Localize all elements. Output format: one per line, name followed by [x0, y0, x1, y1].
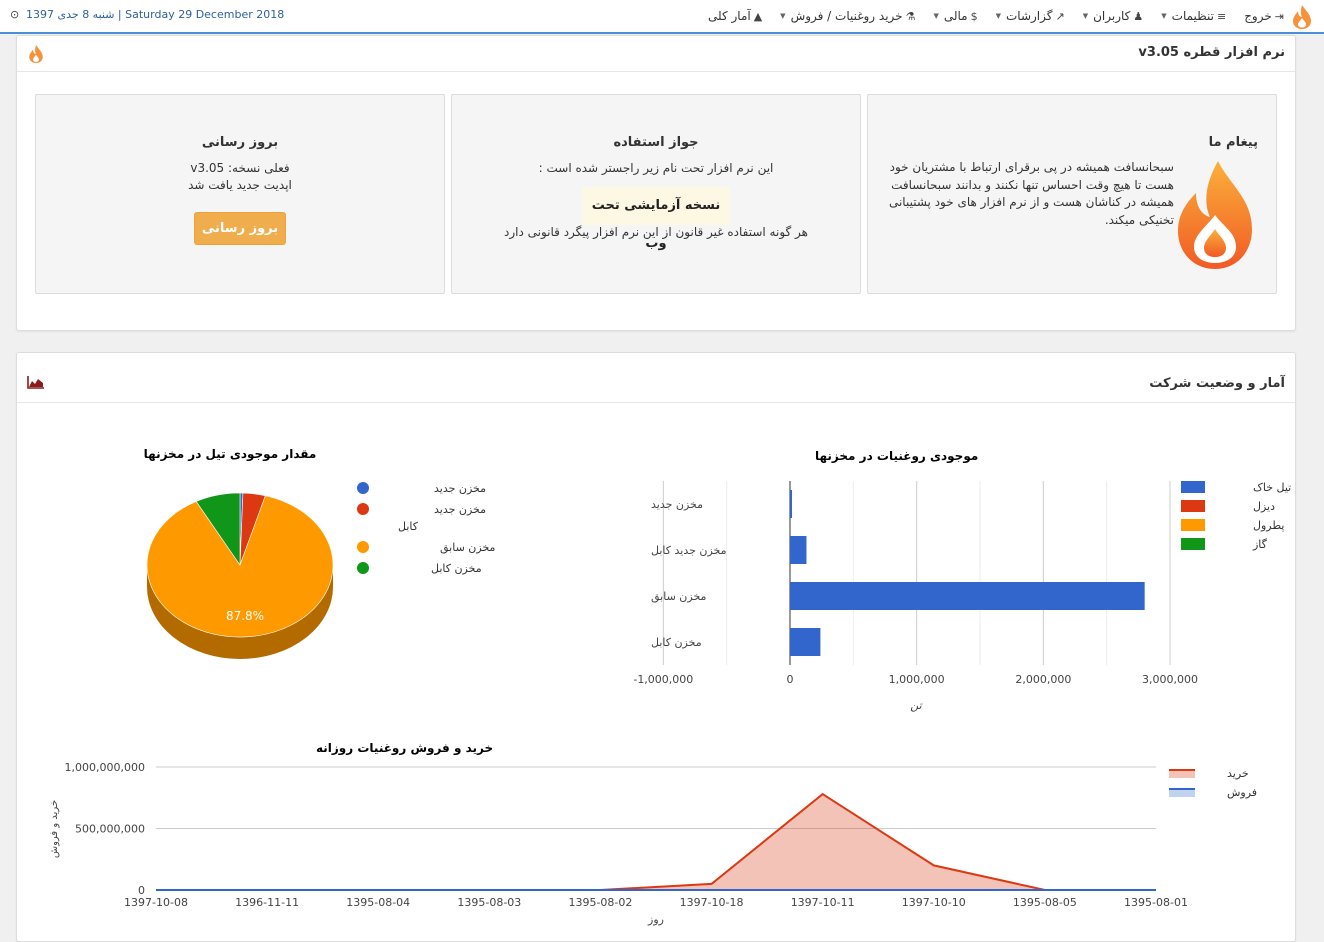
license-registered-text: این نرم افزار تحت نام زیر راجستر شده است…	[538, 161, 774, 175]
area-chart-icon	[27, 376, 44, 389]
nav-item-5[interactable]: ≡ تنظیمات ▼	[1161, 9, 1226, 23]
clock-icon: ⊙	[10, 8, 20, 21]
top-navbar: ▲ آمار کلی ⚗ خرید روغنیات / فروش ▼ $ مالی ▼ ↗ گزا…	[0, 0, 1324, 34]
nav-item-0[interactable]: ▲ آمار کلی	[708, 9, 762, 23]
flame-logo-icon[interactable]	[1290, 4, 1314, 30]
nav-item-label: گزارشات	[1006, 9, 1053, 23]
area-chart-icon: ▲	[753, 9, 763, 23]
stats-panel-title: آمار و وضعیت شرکت	[1149, 376, 1285, 391]
message-title: پیغام ما	[1208, 135, 1258, 150]
message-text: سبحانسافت همیشه در پی برقرای ارتباط با م…	[888, 160, 1174, 227]
license-card: جواز استفاده این نرم افزار تحت نام زیر ر…	[451, 94, 861, 294]
users-icon: ♟	[1133, 9, 1144, 23]
current-version: فعلی نسخه: v3.05	[190, 161, 290, 175]
message-card: پیغام ما سبحانسافت همیشه در پی برقرای ار…	[867, 94, 1277, 294]
nav-item-label: خروج	[1244, 9, 1272, 23]
nav-item-label: تنظیمات	[1171, 9, 1214, 23]
license-holder: نسخه آزمایشی تحت وب	[582, 187, 730, 251]
nav-item-1[interactable]: ⚗ خرید روغنیات / فروش ▼	[780, 9, 915, 23]
update-card: بروز رسانی فعلی نسخه: v3.05 اپدیت جدید ی…	[35, 94, 445, 294]
software-panel-title: نرم افزار قطره v3.05	[1138, 45, 1285, 60]
stats-panel: آمار و وضعیت شرکت	[16, 352, 1296, 942]
nav-item-label: آمار کلی	[707, 9, 751, 23]
caret-down-icon: ▼	[1161, 12, 1167, 20]
nav-item-2[interactable]: $ مالی ▼	[933, 9, 977, 23]
line-chart-icon: ↗	[1055, 9, 1065, 23]
update-button[interactable]: بروز رسانی	[194, 212, 286, 245]
nav-item-label: کاربران	[1093, 9, 1131, 23]
nav-item-3[interactable]: ↗ گزارشات ▼	[996, 9, 1065, 23]
dollar-icon: $	[970, 9, 978, 23]
caret-down-icon: ▼	[1082, 12, 1089, 20]
nav-item-label: خرید روغنیات / فروش	[790, 9, 903, 23]
caret-down-icon: ▼	[995, 12, 1001, 20]
flame-logo-icon	[1178, 161, 1252, 269]
main-menu: ▲ آمار کلی ⚗ خرید روغنیات / فروش ▼ $ مالی ▼ ↗ گزا…	[708, 0, 1284, 32]
update-status: اپدیت جدید یافت شد	[188, 178, 292, 192]
nav-item-6[interactable]: ⇥ خروج	[1244, 9, 1284, 23]
nav-item-4[interactable]: ♟ کاربران ▼	[1083, 9, 1144, 23]
caret-down-icon: ▼	[933, 12, 939, 20]
date-display: شنبه 8 جدی 1397 | Saturday 29 December 2…	[26, 8, 285, 21]
caret-down-icon: ▼	[780, 12, 786, 20]
sign-out-icon: ⇥	[1274, 9, 1284, 23]
license-title: جواز استفاده	[613, 135, 699, 150]
software-panel-header: نرم افزار قطره v3.05	[17, 36, 1295, 72]
flask-icon: ⚗	[905, 9, 916, 23]
update-title: بروز رسانی	[201, 135, 279, 150]
stats-panel-header: آمار و وضعیت شرکت	[17, 353, 1295, 403]
bars-icon: ≡	[1216, 9, 1227, 23]
nav-item-label: مالی	[943, 9, 968, 23]
software-panel: نرم افزار قطره v3.05 پیغام ما سبحانسافت …	[16, 35, 1296, 331]
license-warning-text: هر گونه استفاده غیر قانون از این نرم افز…	[503, 225, 808, 239]
flame-icon	[29, 45, 43, 63]
